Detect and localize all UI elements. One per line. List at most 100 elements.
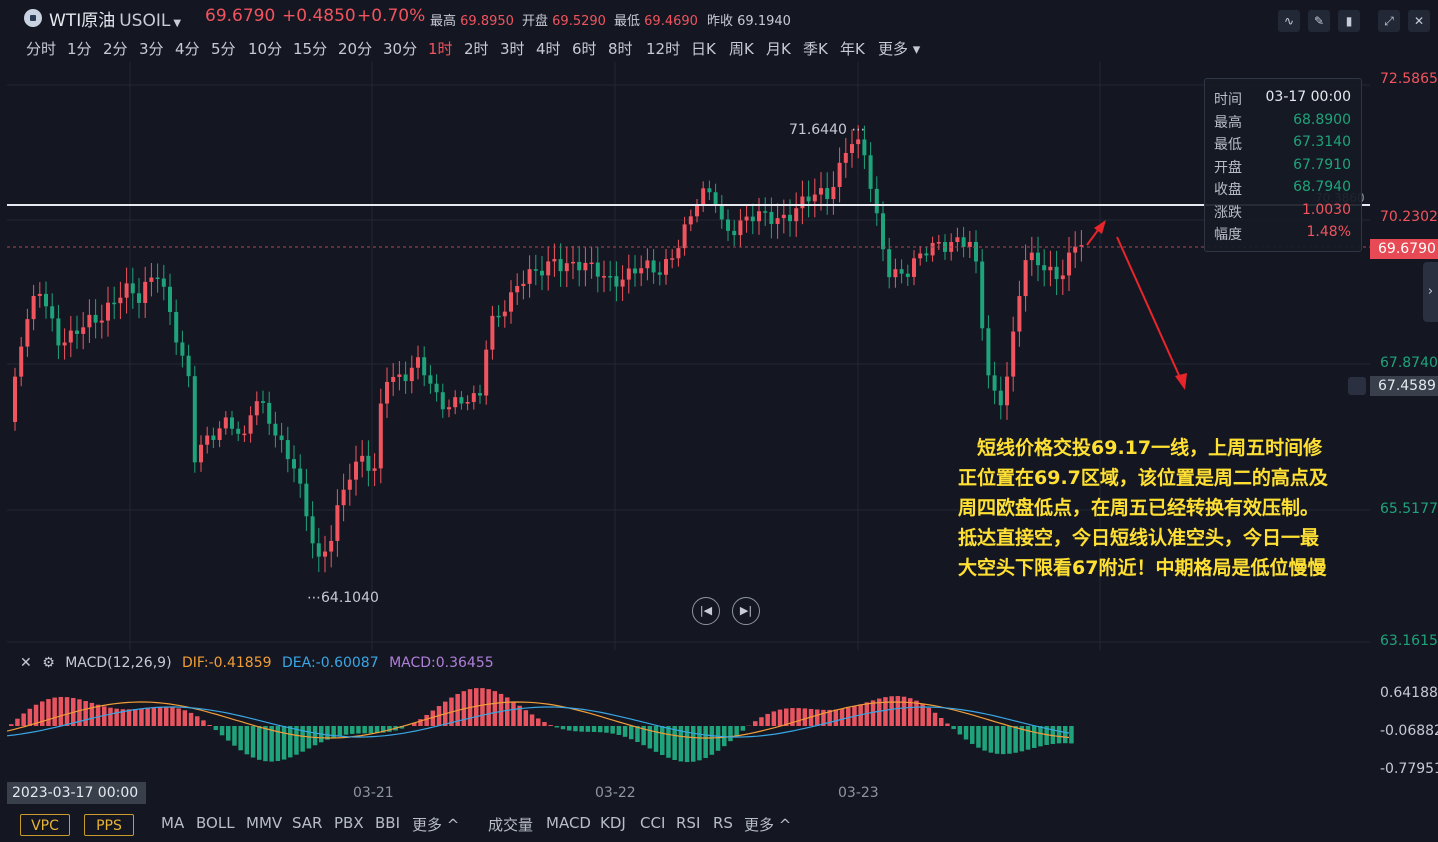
close-indicator-icon[interactable]: ✕ (20, 655, 32, 671)
scroll-start-icon[interactable]: |◀ (692, 597, 720, 625)
macd-histogram-bar (666, 726, 671, 758)
candle-body (422, 357, 427, 376)
candle-body (738, 220, 743, 236)
candle-body (155, 277, 160, 280)
ind-rs[interactable]: RS (713, 814, 733, 832)
period-tab-21[interactable]: 年K (840, 38, 865, 59)
crosshair-date-tag: 2023-03-17 00:00 (7, 782, 146, 804)
macd-histogram-bar (1032, 726, 1037, 748)
ind-kdj[interactable]: KDJ (600, 814, 626, 832)
candle-body (385, 381, 389, 404)
period-tab-4[interactable]: 4分 (175, 38, 200, 59)
candle-body (595, 262, 600, 277)
period-tab-8[interactable]: 20分 (338, 38, 372, 59)
period-tab-14[interactable]: 6时 (572, 38, 597, 59)
period-tab-22[interactable]: 更多 ▾ (878, 38, 920, 59)
ind-bbi[interactable]: BBI (375, 814, 400, 832)
macd-histogram-bar (201, 720, 206, 726)
period-tab-20[interactable]: 季K (803, 38, 828, 59)
macd-chart[interactable] (7, 676, 1370, 780)
macd-histogram-bar (889, 696, 894, 726)
candle-body (1048, 266, 1053, 271)
vpc-toggle[interactable]: VPC (20, 814, 70, 836)
period-tab-1[interactable]: 1分 (67, 38, 92, 59)
candle-type-icon[interactable]: ▮ (1338, 10, 1360, 32)
indicator-icon[interactable]: ∿ (1278, 10, 1300, 32)
macd-histogram-bar (213, 726, 219, 731)
macd-histogram-bar (337, 726, 343, 736)
macd-histogram-bar (753, 721, 758, 726)
ind-rsi[interactable]: RSI (676, 814, 700, 832)
period-tab-17[interactable]: 日K (691, 38, 716, 59)
period-tab-3[interactable]: 3分 (139, 38, 164, 59)
period-tab-11[interactable]: 2时 (464, 38, 489, 59)
candle-body (93, 314, 98, 323)
period-tab-10[interactable]: 1时 (428, 38, 453, 59)
macd-histogram-bar (709, 726, 715, 755)
ind-sar[interactable]: SAR (292, 814, 322, 832)
period-tab-16[interactable]: 12时 (646, 38, 680, 59)
candle-body (726, 219, 730, 231)
period-tab-5[interactable]: 5分 (211, 38, 236, 59)
candle-body (825, 188, 830, 200)
candle-body (657, 272, 662, 275)
period-tab-18[interactable]: 周K (729, 38, 754, 59)
macd-name: MACD(12,26,9) (65, 655, 172, 671)
fullscreen-icon[interactable]: ⤢ (1378, 10, 1400, 32)
candle-body (974, 241, 978, 262)
macd-histogram-bar (312, 726, 318, 746)
ind-boll[interactable]: BOLL (196, 814, 235, 832)
candle-body (769, 211, 774, 224)
macd-histogram-bar (145, 707, 150, 726)
low-mark: ⋯64.1040 (307, 590, 379, 606)
macd-histogram-bar (585, 726, 591, 732)
price-alert-bell-icon[interactable] (1348, 377, 1366, 395)
ind-volume[interactable]: 成交量 (488, 814, 533, 835)
symbol-selector[interactable]: WTI原油 USOIL ▼ (49, 6, 181, 31)
candle-body (316, 543, 321, 557)
macd-histogram-bar (529, 714, 535, 726)
candle-body (812, 194, 817, 202)
period-tab-13[interactable]: 4时 (536, 38, 561, 59)
period-tab-12[interactable]: 3时 (500, 38, 525, 59)
macd-histogram-bar (560, 726, 566, 730)
period-tab-2[interactable]: 2分 (103, 38, 128, 59)
settings-gear-icon[interactable]: ⚙ (42, 655, 55, 671)
draw-pen-icon[interactable]: ✎ (1308, 10, 1330, 32)
macd-histogram-bar (1013, 726, 1018, 753)
candle-body (788, 214, 792, 222)
ind-main-more[interactable]: 更多 ^ (412, 814, 459, 835)
candle-body (273, 423, 278, 436)
period-tab-6[interactable]: 10分 (248, 38, 282, 59)
candle-body (676, 248, 681, 259)
ind-ma[interactable]: MA (161, 814, 184, 832)
ind-cci[interactable]: CCI (640, 814, 665, 832)
period-tab-19[interactable]: 月K (766, 38, 791, 59)
macd-histogram-bar (133, 709, 138, 726)
candle-body (192, 376, 197, 463)
ind-mmv[interactable]: MMV (246, 814, 282, 832)
macd-histogram-bar (629, 726, 634, 740)
candle-body (87, 314, 92, 328)
period-tab-9[interactable]: 30分 (383, 38, 417, 59)
candle-body (874, 188, 879, 214)
macd-histogram-bar (1038, 726, 1043, 747)
candle-body (732, 230, 737, 236)
ind-sub-more[interactable]: 更多 ^ (744, 814, 791, 835)
macd-histogram-bar (1025, 726, 1031, 750)
period-tab-0[interactable]: 分时 (26, 38, 56, 59)
close-icon[interactable]: ✕ (1408, 10, 1430, 32)
tooltip-row: 最高 68.8900 (1214, 111, 1351, 131)
scroll-end-icon[interactable]: ▶| (732, 597, 760, 625)
period-tab-15[interactable]: 8时 (608, 38, 633, 59)
candle-body (199, 444, 203, 463)
candle-body (223, 417, 228, 429)
macd-histogram-bar (635, 726, 640, 743)
period-tab-7[interactable]: 15分 (293, 38, 327, 59)
macd-histogram-bar (951, 726, 956, 730)
candle-body (757, 211, 761, 222)
pps-toggle[interactable]: PPS (84, 814, 134, 836)
ind-macd[interactable]: MACD (546, 814, 591, 832)
candle-body (589, 262, 594, 265)
ind-pbx[interactable]: PBX (334, 814, 364, 832)
